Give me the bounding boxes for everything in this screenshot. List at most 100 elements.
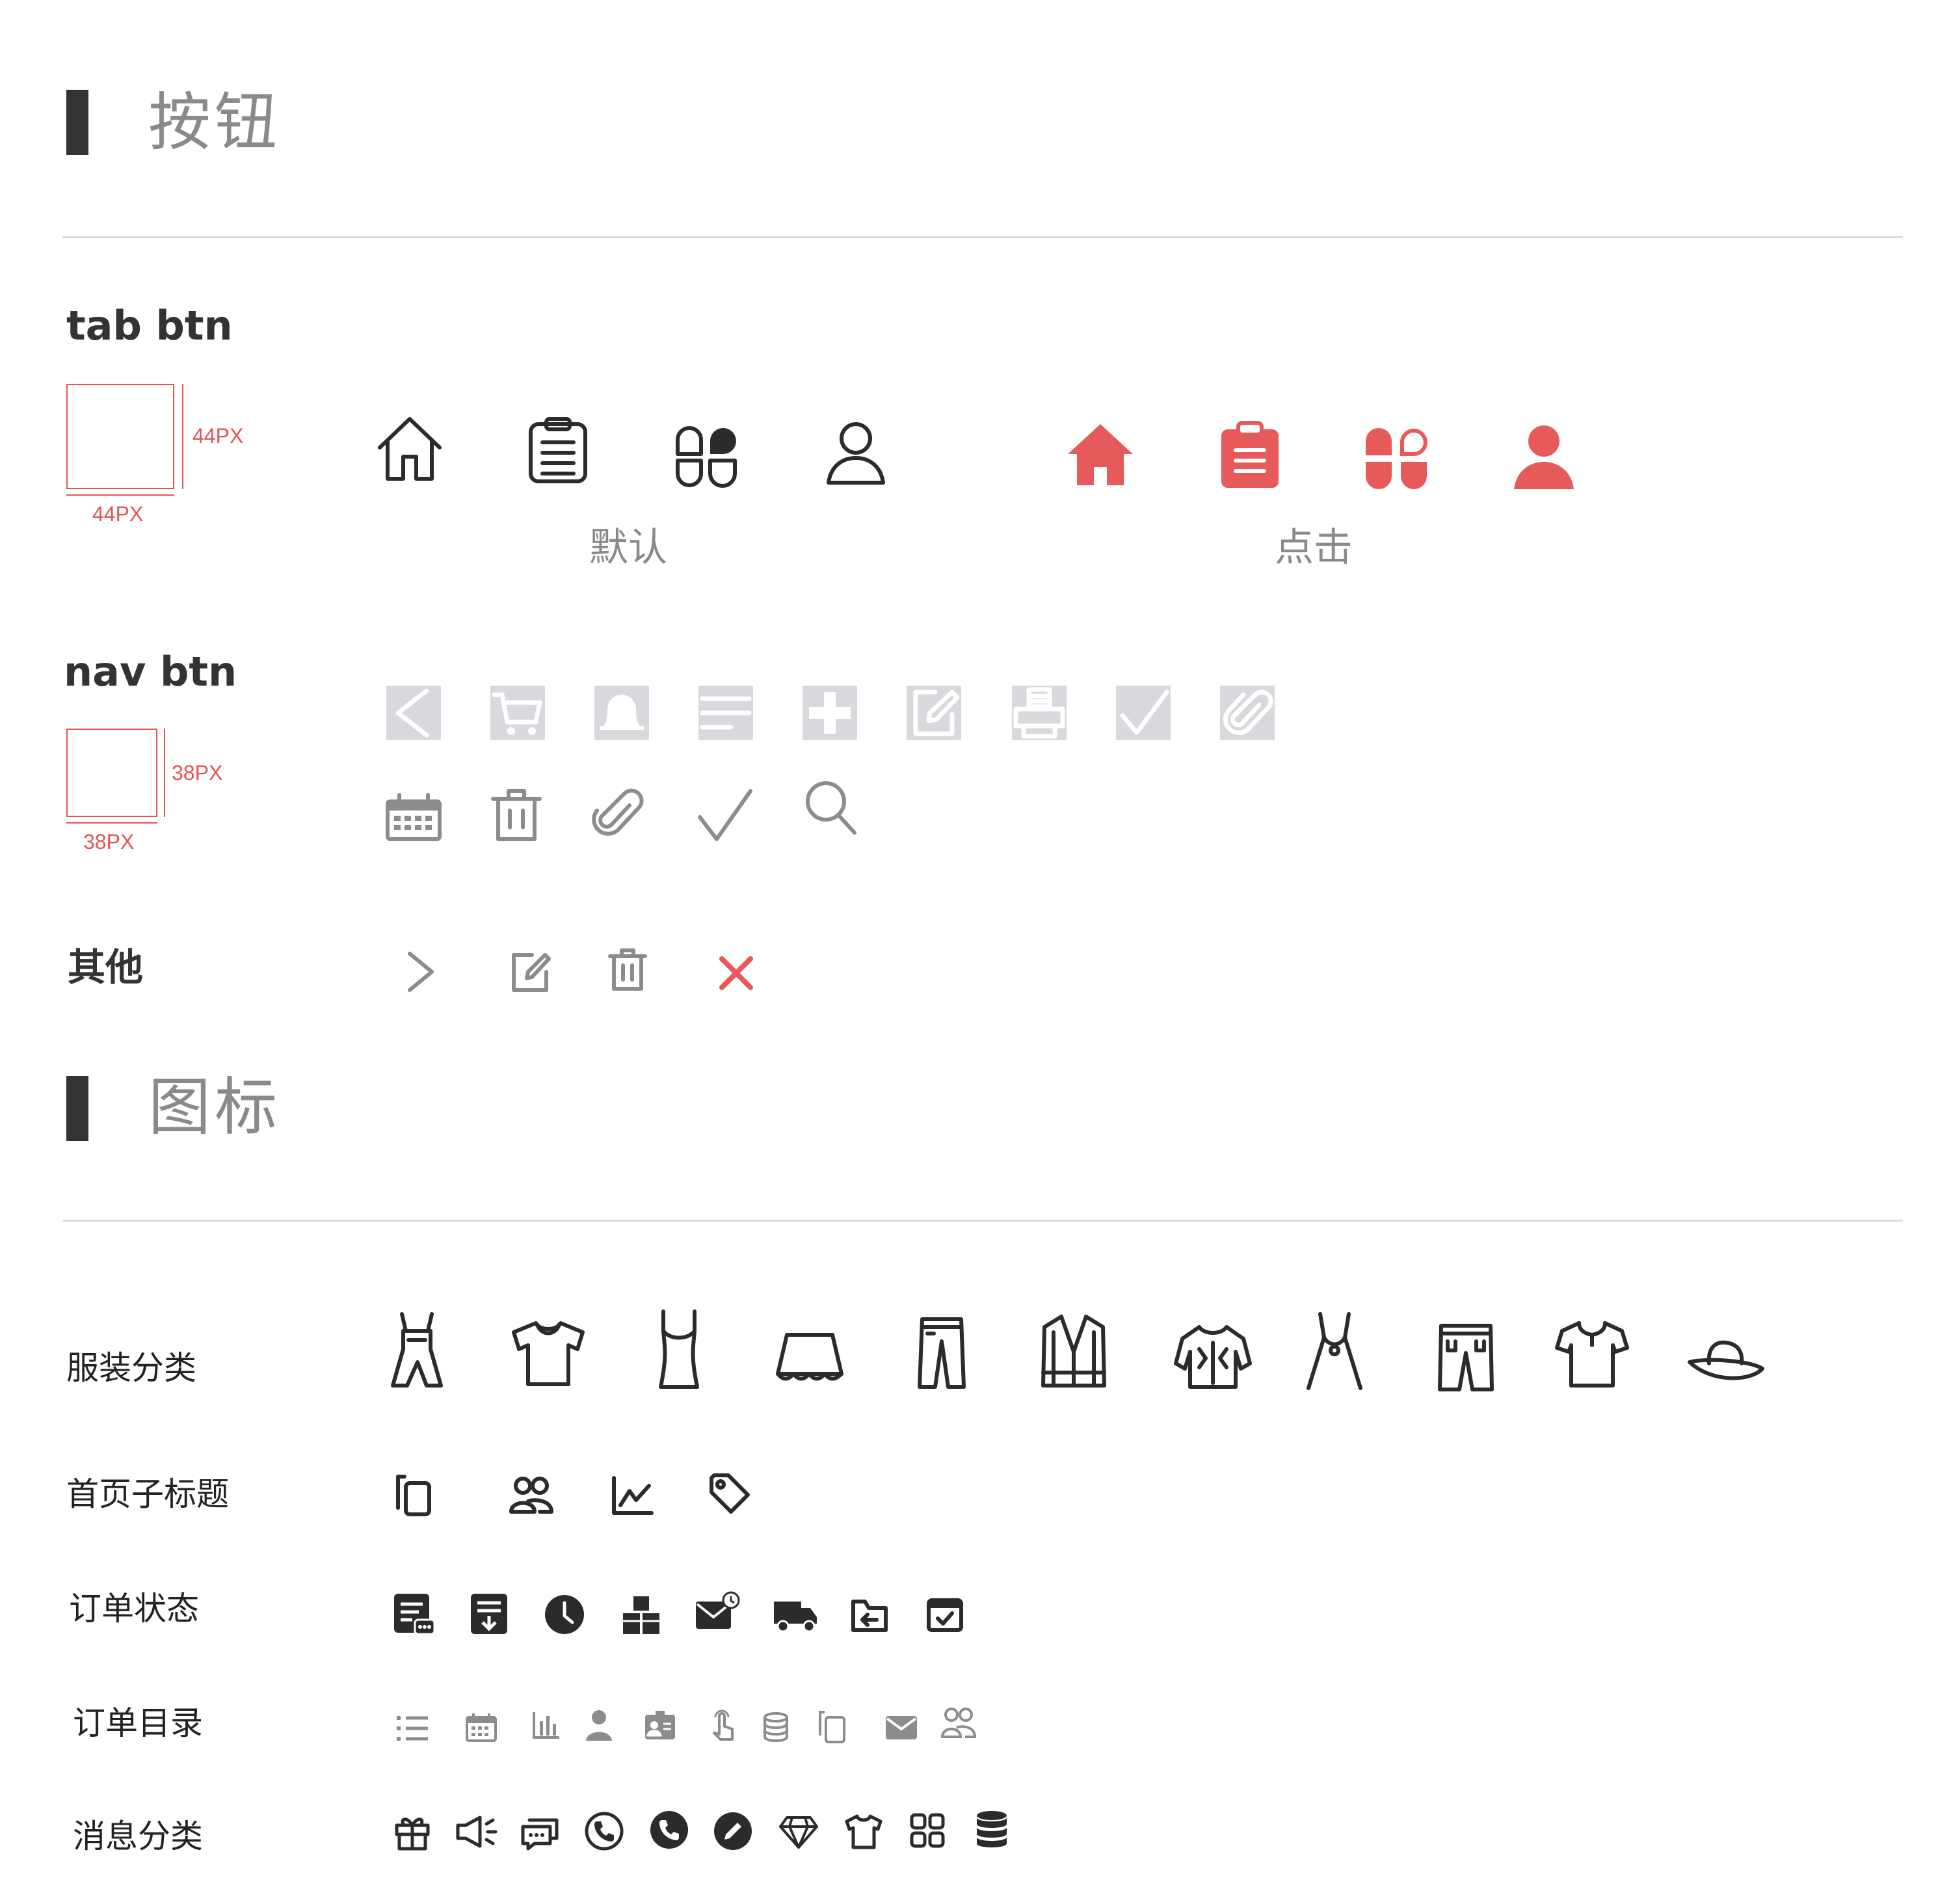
users-icon[interactable] (940, 1707, 977, 1739)
folder-return-icon[interactable] (851, 1599, 888, 1633)
section-bar (66, 1076, 88, 1141)
copy-icon[interactable] (818, 1710, 845, 1743)
divider (62, 236, 1903, 238)
id-card-icon[interactable] (644, 1710, 676, 1741)
category-label-clothing: 服装分类 (66, 1349, 196, 1387)
phone-filled-icon[interactable] (649, 1810, 689, 1850)
edit-icon[interactable] (509, 951, 551, 994)
back-icon (395, 688, 429, 738)
tag-icon[interactable] (709, 1473, 750, 1514)
section-title-buttons: 按钮 (148, 86, 281, 159)
nav-back-button[interactable] (386, 686, 441, 740)
skirt-icon[interactable] (775, 1331, 844, 1382)
mail-clock-icon[interactable] (695, 1591, 740, 1631)
chat-icon[interactable] (520, 1815, 559, 1851)
nav-attach-button[interactable] (1220, 686, 1275, 740)
divider (62, 1220, 1903, 1222)
clipboard-icon-active[interactable] (1220, 421, 1280, 489)
nav-add-button[interactable] (803, 686, 857, 740)
grid-icon[interactable] (909, 1812, 946, 1849)
tshirt-icon[interactable] (844, 1814, 883, 1850)
coins-stack-icon[interactable] (974, 1810, 1009, 1850)
dress-icon[interactable] (1305, 1311, 1364, 1391)
polo-shirt-icon[interactable] (1553, 1319, 1631, 1389)
nav-size-hline (66, 822, 157, 824)
calendar-icon[interactable] (385, 792, 442, 842)
tab-size-box (66, 384, 174, 489)
close-icon[interactable] (718, 955, 754, 991)
nav-size-w-label: 38PX (83, 830, 135, 853)
nav-edit-button[interactable] (907, 686, 961, 740)
nav-size-h-label: 38PX (172, 761, 223, 784)
nav-bell-button[interactable] (594, 686, 649, 740)
section-bar (66, 90, 88, 155)
boxes-icon[interactable] (620, 1595, 662, 1637)
pencil-circle-icon[interactable] (713, 1811, 753, 1851)
calendar-icon[interactable] (466, 1712, 497, 1742)
list-icon (700, 696, 752, 730)
copy-icon[interactable] (395, 1474, 432, 1517)
nav-print-button[interactable] (1012, 686, 1067, 740)
printer-icon (1013, 687, 1065, 739)
calendar-check-icon[interactable] (926, 1595, 964, 1633)
mail-icon[interactable] (884, 1715, 918, 1741)
nav-list-button[interactable] (698, 686, 753, 740)
clipboard-icon[interactable] (527, 416, 589, 484)
tshirt-icon[interactable] (510, 1319, 587, 1387)
bell-icon (600, 695, 644, 730)
hat-icon[interactable] (1686, 1336, 1766, 1387)
nav-check-button[interactable] (1116, 686, 1171, 740)
home-icon-active[interactable] (1067, 420, 1134, 488)
order-download-icon[interactable] (470, 1592, 509, 1635)
tab-size-w-label: 44PX (92, 502, 144, 526)
users-icon[interactable] (509, 1475, 554, 1514)
tab-size-vline (182, 384, 183, 489)
edit-icon (913, 690, 960, 736)
cardigan-icon[interactable] (1039, 1313, 1108, 1391)
tab-size-hline (66, 494, 174, 496)
order-pending-icon[interactable] (393, 1592, 436, 1637)
touch-icon[interactable] (710, 1708, 736, 1742)
trousers-icon[interactable] (917, 1317, 966, 1389)
truck-icon[interactable] (773, 1600, 818, 1633)
user-icon[interactable] (825, 419, 887, 487)
check-icon (1120, 690, 1169, 735)
section-title-icons: 图标 (148, 1071, 281, 1144)
nav-btn-title: nav btn (64, 648, 237, 695)
bar-chart-icon[interactable] (532, 1711, 561, 1739)
sweater-icon[interactable] (1173, 1323, 1253, 1391)
chevron-right-icon[interactable] (405, 951, 436, 993)
plus-icon (809, 692, 851, 734)
megaphone-icon[interactable] (455, 1815, 498, 1849)
search-icon[interactable] (804, 779, 858, 837)
coins-icon[interactable] (762, 1712, 790, 1742)
diamond-icon[interactable] (778, 1815, 819, 1850)
paperclip-icon[interactable] (592, 786, 645, 844)
home-icon[interactable] (376, 414, 444, 484)
camisole-icon[interactable] (654, 1309, 704, 1389)
nav-size-vline (164, 729, 165, 817)
user-icon-active[interactable] (1513, 424, 1575, 489)
clock-icon[interactable] (544, 1594, 585, 1635)
line-chart-icon[interactable] (611, 1475, 654, 1516)
other-title: 其他 (68, 945, 144, 989)
jeans-icon[interactable] (1437, 1322, 1494, 1392)
phone-circle-icon[interactable] (584, 1811, 624, 1851)
user-icon[interactable] (585, 1710, 613, 1741)
category-label-message-types: 消息分类 (73, 1817, 203, 1855)
gift-icon[interactable] (394, 1814, 431, 1851)
overalls-icon[interactable] (389, 1311, 445, 1389)
nav-cart-button[interactable] (490, 686, 545, 740)
tab-size-h-label: 44PX (192, 424, 244, 448)
tab-default-caption: 默认 (589, 525, 667, 570)
list-icon[interactable] (397, 1715, 429, 1742)
check-icon[interactable] (696, 787, 754, 843)
category-label-order-status: 订单状态 (69, 1590, 199, 1628)
category-label-order-menu: 订单目录 (73, 1704, 203, 1742)
trash-icon[interactable] (490, 787, 542, 843)
trash-icon[interactable] (607, 947, 648, 993)
tab-btn-title: tab btn (66, 302, 233, 349)
apps-icon[interactable] (672, 423, 740, 490)
tab-pressed-caption: 点击 (1275, 525, 1353, 570)
apps-icon-active[interactable] (1363, 424, 1431, 492)
